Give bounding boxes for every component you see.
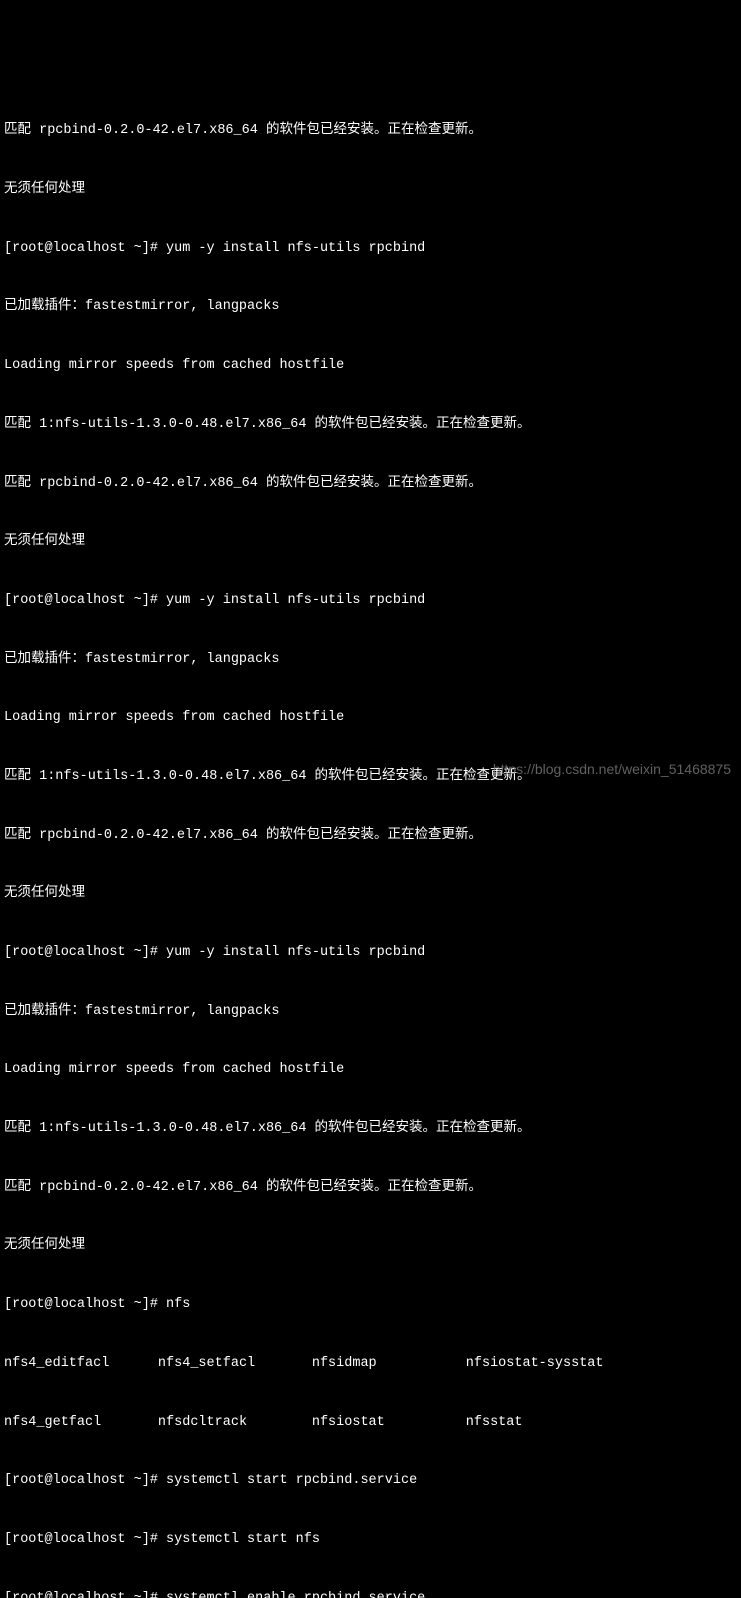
- terminal-line: 匹配 1:nfs-utils-1.3.0-0.48.el7.x86_64 的软件…: [4, 1119, 737, 1139]
- terminal-line: 无须任何处理: [4, 1236, 737, 1256]
- terminal-line: Loading mirror speeds from cached hostfi…: [4, 356, 737, 376]
- terminal-line: 已加载插件：fastestmirror, langpacks: [4, 1002, 737, 1022]
- watermark-text: https://blog.csdn.net/weixin_51468875: [493, 759, 731, 779]
- terminal-line: 已加载插件：fastestmirror, langpacks: [4, 650, 737, 670]
- terminal-line: nfs4_getfacl nfsdcltrack nfsiostat nfsst…: [4, 1413, 737, 1433]
- terminal-line: [root@localhost ~]# yum -y install nfs-u…: [4, 239, 737, 259]
- terminal-line: 无须任何处理: [4, 884, 737, 904]
- terminal-line: nfs4_editfacl nfs4_setfacl nfsidmap nfsi…: [4, 1354, 737, 1374]
- terminal-line: 匹配 rpcbind-0.2.0-42.el7.x86_64 的软件包已经安装。…: [4, 826, 737, 846]
- terminal-line: [root@localhost ~]# systemctl start rpcb…: [4, 1471, 737, 1491]
- terminal-line: 无须任何处理: [4, 180, 737, 200]
- terminal-line: [root@localhost ~]# systemctl start nfs: [4, 1530, 737, 1550]
- terminal-line: Loading mirror speeds from cached hostfi…: [4, 708, 737, 728]
- terminal-line: [root@localhost ~]# yum -y install nfs-u…: [4, 943, 737, 963]
- terminal-line: 匹配 rpcbind-0.2.0-42.el7.x86_64 的软件包已经安装。…: [4, 121, 737, 141]
- terminal-line: [root@localhost ~]# yum -y install nfs-u…: [4, 591, 737, 611]
- terminal-line: 匹配 rpcbind-0.2.0-42.el7.x86_64 的软件包已经安装。…: [4, 474, 737, 494]
- terminal-line: Loading mirror speeds from cached hostfi…: [4, 1060, 737, 1080]
- terminal-line: 已加载插件：fastestmirror, langpacks: [4, 297, 737, 317]
- terminal-line: [root@localhost ~]# nfs: [4, 1295, 737, 1315]
- terminal-line: 匹配 rpcbind-0.2.0-42.el7.x86_64 的软件包已经安装。…: [4, 1178, 737, 1198]
- terminal-output[interactable]: 匹配 rpcbind-0.2.0-42.el7.x86_64 的软件包已经安装。…: [4, 82, 737, 1598]
- terminal-line: 匹配 1:nfs-utils-1.3.0-0.48.el7.x86_64 的软件…: [4, 415, 737, 435]
- terminal-line: 无须任何处理: [4, 532, 737, 552]
- terminal-line: [root@localhost ~]# systemctl enable rpc…: [4, 1589, 737, 1598]
